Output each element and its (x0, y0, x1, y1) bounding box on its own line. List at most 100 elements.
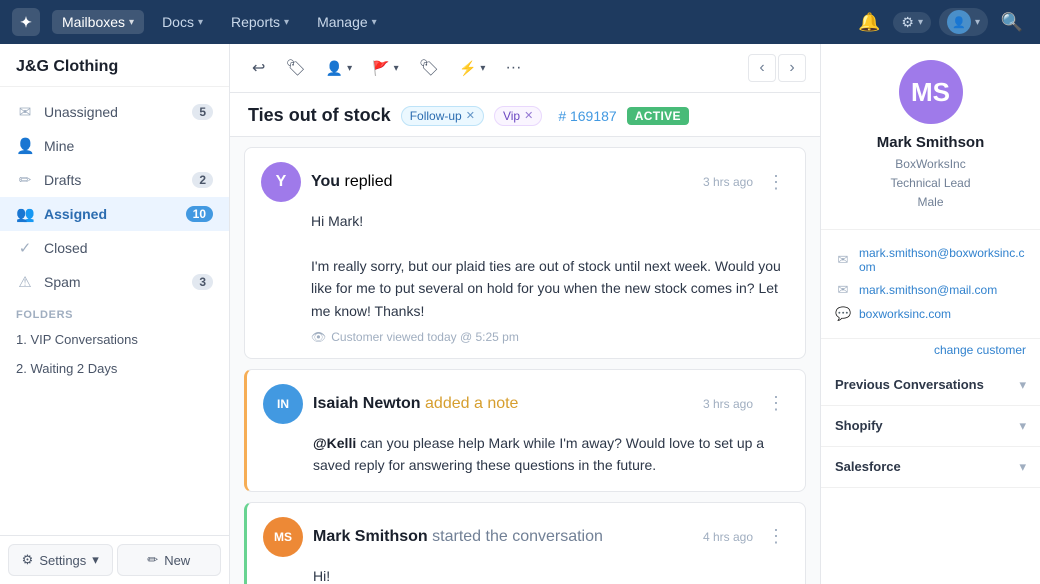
message-footer: 👁 Customer viewed today @ 5:25 pm (261, 330, 789, 344)
nav-docs-chevron: ▾ (198, 17, 203, 28)
conversation-status: ACTIVE (627, 107, 689, 125)
lightning-button[interactable]: ⚡ ▾ (451, 54, 493, 83)
folder-waiting-2-days[interactable]: 2. Waiting 2 Days (0, 354, 229, 383)
messages-area: Y You replied 3 hrs ago ⋮ Hi Mark! I'm r… (230, 137, 820, 584)
sidebar-bottom: ⚙ Settings ▾ ✏ New (0, 535, 229, 584)
shopify-section: Shopify ▾ (821, 406, 1040, 447)
sidebar-item-mine-label: Mine (44, 138, 74, 154)
contact-email-2[interactable]: mark.smithson@mail.com (859, 283, 997, 297)
folder-vip-conversations[interactable]: 1. VIP Conversations (0, 325, 229, 354)
previous-conversations-section: Previous Conversations ▾ (821, 365, 1040, 406)
sidebar-item-unassigned-label: Unassigned (44, 104, 118, 120)
main-layout: J&G Clothing ✉ Unassigned 5 👤 Mine ✏ Dra… (0, 44, 1040, 584)
tag-follow-up-remove[interactable]: ✕ (466, 109, 475, 122)
change-customer-link[interactable]: change customer (821, 339, 1040, 365)
tag-vip[interactable]: Vip ✕ (494, 106, 542, 126)
message-card: Y You replied 3 hrs ago ⋮ Hi Mark! I'm r… (244, 147, 806, 359)
settings-menu-button[interactable]: ⚙ ▾ (893, 12, 931, 33)
nav-mailboxes[interactable]: Mailboxes ▾ (52, 10, 144, 34)
nav-manage[interactable]: Manage ▾ (307, 10, 387, 34)
gear-icon: ⚙ (22, 552, 34, 568)
contact-website[interactable]: boxworksinc.com (859, 307, 951, 321)
label-button[interactable]: 🏷 (411, 52, 447, 84)
lightning-chevron: ▾ (480, 63, 485, 74)
sidebar-item-spam[interactable]: ⚠ Spam 3 (0, 265, 229, 299)
conversation-header: Ties out of stock Follow-up ✕ Vip ✕ # 16… (230, 93, 820, 137)
previous-conversations-title: Previous Conversations (835, 377, 1019, 392)
spam-icon: ⚠ (16, 273, 34, 291)
conversation-id: # 169187 (558, 108, 616, 124)
mail-icon-2: ✉ (835, 282, 851, 298)
search-button[interactable]: 🔍 (996, 6, 1028, 38)
folders-section-title: FOLDERS (0, 299, 229, 325)
message-sender: Isaiah Newton added a note (313, 395, 518, 413)
sidebar-item-assigned[interactable]: 👥 Assigned 10 (0, 197, 229, 231)
message-header: IN Isaiah Newton added a note 3 hrs ago … (263, 384, 789, 424)
compose-button[interactable]: ✏ New (117, 544, 222, 576)
message-header: MS Mark Smithson started the conversatio… (263, 517, 789, 557)
contact-name: Mark Smithson (837, 134, 1024, 151)
next-conversation-button[interactable]: › (778, 54, 806, 82)
contact-meta: BoxWorksInc Technical Lead Male (837, 155, 1024, 213)
status-button[interactable]: 🚩 ▾ (364, 54, 406, 83)
avatar: IN (263, 384, 303, 424)
settings-button[interactable]: ⚙ Settings ▾ (8, 544, 113, 576)
sidebar-item-unassigned[interactable]: ✉ Unassigned 5 (0, 95, 229, 129)
closed-icon: ✓ (16, 239, 34, 257)
assign-tag-button[interactable]: 🏷 (277, 52, 313, 84)
sidebar-item-mine[interactable]: 👤 Mine (0, 129, 229, 163)
nav-docs[interactable]: Docs ▾ (152, 10, 213, 34)
prev-conversation-button[interactable]: ‹ (748, 54, 776, 82)
tag-vip-remove[interactable]: ✕ (524, 109, 533, 122)
user-avatar: 👤 (947, 10, 971, 34)
nav-docs-label: Docs (162, 14, 194, 30)
message-body: Hi! (263, 565, 789, 584)
message-menu-button[interactable]: ⋮ (763, 391, 789, 416)
tag-follow-up-label: Follow-up (410, 109, 462, 123)
user-menu-button[interactable]: 👤 ▾ (939, 8, 988, 36)
status-chevron: ▾ (394, 63, 399, 74)
message-menu-button[interactable]: ⋮ (763, 524, 789, 549)
sidebar-item-spam-label: Spam (44, 274, 81, 290)
right-panel: MS Mark Smithson BoxWorksInc Technical L… (820, 44, 1040, 584)
more-button[interactable]: ··· (497, 53, 529, 83)
app-logo[interactable]: ✦ (12, 8, 40, 36)
contact-gender: Male (917, 195, 943, 209)
shopify-chevron: ▾ (1019, 418, 1026, 434)
flag-icon: 🚩 (372, 60, 389, 77)
shopify-header[interactable]: Shopify ▾ (821, 406, 1040, 446)
previous-conversations-chevron: ▾ (1019, 377, 1026, 393)
back-button[interactable]: ↩ (244, 52, 273, 84)
contact-role: Technical Lead (890, 176, 970, 190)
viewed-indicator: 👁 Customer viewed today @ 5:25 pm (311, 330, 519, 344)
contact-email-1-row: ✉ mark.smithson@boxworksinc.com (835, 242, 1026, 278)
settings-label: Settings (39, 553, 86, 568)
label-icon: 🏷 (419, 58, 439, 78)
message-body: @Kelli can you please help Mark while I'… (263, 432, 789, 477)
message-menu-button[interactable]: ⋮ (763, 170, 789, 195)
sidebar-item-closed[interactable]: ✓ Closed (0, 231, 229, 265)
sidebar-item-drafts[interactable]: ✏ Drafts 2 (0, 163, 229, 197)
message-sender: Mark Smithson started the conversation (313, 528, 603, 546)
salesforce-section: Salesforce ▾ (821, 447, 1040, 488)
settings-icon: ⚙ (901, 14, 914, 31)
person-icon: 👤 (16, 137, 34, 155)
nav-reports[interactable]: Reports ▾ (221, 10, 299, 34)
nav-manage-label: Manage (317, 14, 368, 30)
message-card: MS Mark Smithson started the conversatio… (244, 502, 806, 584)
conversation-toolbar: ↩ 🏷 👤 ▾ 🚩 ▾ 🏷 ⚡ ▾ ··· (230, 44, 820, 93)
contact-email-1[interactable]: mark.smithson@boxworksinc.com (859, 246, 1026, 274)
eye-icon: 👁 (311, 330, 326, 344)
main-content: ↩ 🏷 👤 ▾ 🚩 ▾ 🏷 ⚡ ▾ ··· (230, 44, 820, 584)
previous-conversations-header[interactable]: Previous Conversations ▾ (821, 365, 1040, 405)
notifications-button[interactable]: 🔔 (853, 6, 885, 38)
assign-agent-button[interactable]: 👤 ▾ (318, 54, 360, 83)
mail-icon: ✉ (16, 103, 34, 121)
conversation-title: Ties out of stock (248, 105, 391, 126)
salesforce-header[interactable]: Salesforce ▾ (821, 447, 1040, 487)
tag-follow-up[interactable]: Follow-up ✕ (401, 106, 484, 126)
agent-chevron: ▾ (347, 63, 352, 74)
folder-vip-label: 1. VIP Conversations (16, 332, 138, 347)
tag-vip-label: Vip (503, 109, 520, 123)
drafts-icon: ✏ (16, 171, 34, 189)
